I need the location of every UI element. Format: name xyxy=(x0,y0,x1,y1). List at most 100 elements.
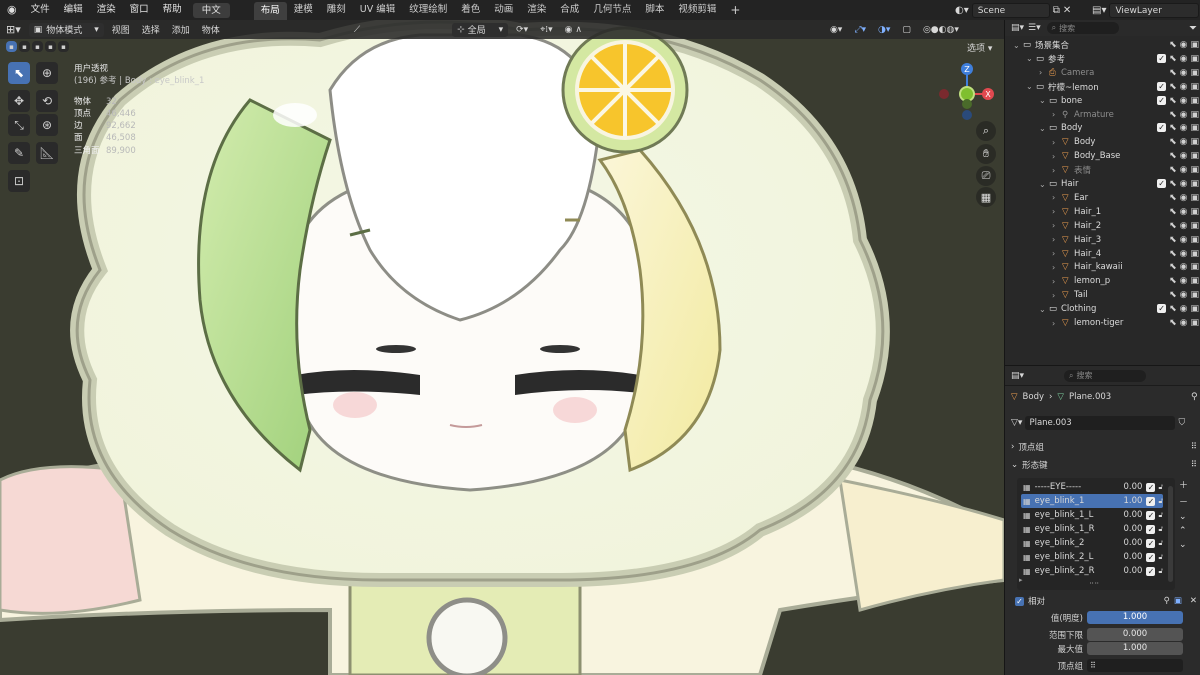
shape-key-item[interactable]: ▦ eye_blink_1 1.00 ✓ 🔓︎ xyxy=(1021,494,1163,508)
mode-selector[interactable]: ▣ 物体模式 ▾ xyxy=(28,22,104,37)
outliner-item[interactable]: › ▽ Body ⬉ ◉ ▣ xyxy=(1005,135,1200,149)
shape-key-mute-checkbox[interactable]: ✓ xyxy=(1146,538,1156,548)
lock-icon[interactable]: 🔓︎ xyxy=(1158,539,1163,548)
expand-down-icon[interactable]: ⌄ xyxy=(1039,124,1046,133)
eye-icon[interactable]: ◉ xyxy=(1180,262,1188,272)
outliner-editor-icon[interactable]: ▤▾ xyxy=(1011,23,1024,33)
menu-render[interactable]: 渲染 xyxy=(90,0,123,20)
gizmo-neg-z-axis[interactable] xyxy=(962,110,972,120)
select-arrow-icon[interactable]: ⬉ xyxy=(1169,290,1177,300)
list-resize-handle-icon[interactable]: ⠒⠒ xyxy=(1089,580,1099,588)
expand-right-icon[interactable]: › xyxy=(1052,249,1055,258)
tab-texture-paint[interactable]: 纹理绘制 xyxy=(402,0,454,20)
menu-add[interactable]: 添加 xyxy=(166,23,196,36)
expand-down-icon[interactable]: ⌄ xyxy=(1039,96,1046,105)
select-arrow-icon[interactable]: ⬉ xyxy=(1169,249,1177,259)
outliner-item[interactable]: ⌄ ▭ 柠檬~lemon ✓ ⬉ ◉ ▣ xyxy=(1005,80,1200,94)
mesh-name-field[interactable]: Plane.003 xyxy=(1025,416,1176,430)
tab-modeling[interactable]: 建模 xyxy=(287,0,320,20)
outliner-item[interactable]: › ▽ lemon-tiger ⬉ ◉ ▣ xyxy=(1005,316,1200,330)
move-down-icon[interactable]: ⌄ xyxy=(1179,540,1188,550)
filter-icon[interactable]: ⏷ xyxy=(1189,23,1197,34)
expand-down-icon[interactable]: ⌄ xyxy=(1013,41,1020,50)
outliner-item[interactable]: › ▽ Hair_1 ⬉ ◉ ▣ xyxy=(1005,205,1200,219)
properties-editor-icon[interactable]: ▤▾ xyxy=(1011,371,1024,381)
expand-right-icon[interactable]: › xyxy=(1052,277,1055,286)
eye-icon[interactable]: ◉ xyxy=(1180,235,1188,245)
eye-icon[interactable]: ◉ xyxy=(1180,179,1188,189)
eye-icon[interactable]: ◉ xyxy=(1180,151,1188,161)
tab-rendering[interactable]: 渲染 xyxy=(520,0,553,20)
display-mode-icon[interactable]: ☰▾ xyxy=(1028,23,1041,33)
select-arrow-icon[interactable]: ⬉ xyxy=(1169,54,1177,64)
camera-render-icon[interactable]: ▣ xyxy=(1190,235,1199,245)
camera-render-icon[interactable]: ▣ xyxy=(1190,207,1199,217)
copy-icon[interactable]: ⧉ xyxy=(1053,5,1060,16)
exclude-checkbox[interactable]: ✓ xyxy=(1157,304,1167,314)
select-arrow-icon[interactable]: ⬉ xyxy=(1169,96,1177,106)
properties-search-input[interactable]: ⌕ 搜索 xyxy=(1064,369,1147,382)
menu-view[interactable]: 视图 xyxy=(106,23,136,36)
remove-icon[interactable]: － xyxy=(1179,495,1188,508)
select-arrow-icon[interactable]: ⬉ xyxy=(1169,165,1177,175)
shape-key-value[interactable]: 1.00 xyxy=(1124,496,1143,506)
eye-icon[interactable]: ◉ xyxy=(1180,96,1188,106)
move-up-icon[interactable]: ⌃ xyxy=(1179,526,1188,536)
cursor-tool-icon[interactable]: ⊕ xyxy=(36,62,58,84)
camera-render-icon[interactable]: ▣ xyxy=(1190,82,1199,92)
value-field[interactable]: 1.000 xyxy=(1087,611,1183,624)
expand-right-icon[interactable]: › xyxy=(1052,138,1055,147)
shape-key-item[interactable]: ▦ eye_blink_1_R 0.00 ✓ 🔓︎ xyxy=(1021,522,1163,536)
select-subtract-icon[interactable]: ▪ xyxy=(32,41,43,52)
outliner-item[interactable]: › ⎙ Camera ⬉ ◉ ▣ xyxy=(1005,66,1200,80)
navigation-gizmo[interactable]: Z X xyxy=(930,60,1000,130)
tab-animation[interactable]: 动画 xyxy=(487,0,520,20)
close-icon[interactable]: ✕ xyxy=(1063,5,1071,16)
list-scrollbar[interactable] xyxy=(1168,486,1173,582)
tab-layout[interactable]: 布局 xyxy=(253,2,287,20)
select-difference-icon[interactable]: ▪ xyxy=(45,41,56,52)
add-workspace-button[interactable]: + xyxy=(723,0,747,20)
select-arrow-icon[interactable]: ⬉ xyxy=(1169,82,1177,92)
select-new-icon[interactable]: ▪ xyxy=(6,41,17,52)
expand-right-icon[interactable]: › xyxy=(1052,221,1055,230)
eye-icon[interactable]: ◉ xyxy=(1180,207,1188,217)
menu-file[interactable]: 文件 xyxy=(24,0,57,20)
camera-render-icon[interactable]: ▣ xyxy=(1190,40,1199,50)
shape-key-mute-checkbox[interactable]: ✓ xyxy=(1146,524,1156,534)
tab-compositing[interactable]: 合成 xyxy=(553,0,586,20)
lock-icon[interactable]: 🔓︎ xyxy=(1158,497,1163,506)
pivot-icon[interactable]: ⟳▾ xyxy=(510,25,534,35)
expand-right-icon[interactable]: › xyxy=(1039,68,1042,77)
select-arrow-icon[interactable]: ⬉ xyxy=(1169,123,1177,133)
lock-icon[interactable]: 🔓︎ xyxy=(1158,511,1163,520)
shading-modes-icon[interactable]: ◎●◐◍▾ xyxy=(917,25,965,35)
lock-icon[interactable]: 🔓︎ xyxy=(1158,483,1163,492)
eye-icon[interactable]: ◉ xyxy=(1180,290,1188,300)
camera-render-icon[interactable]: ▣ xyxy=(1190,221,1199,231)
camera-render-icon[interactable]: ▣ xyxy=(1190,179,1199,189)
expand-right-icon[interactable]: › xyxy=(1052,110,1055,119)
select-arrow-icon[interactable]: ⬉ xyxy=(1169,207,1177,217)
rotate-tool-icon[interactable]: ⟲ xyxy=(36,90,58,112)
shape-key-mute-checkbox[interactable]: ✓ xyxy=(1146,510,1156,520)
drag-handle-icon[interactable]: ⠿ xyxy=(1191,442,1197,452)
expand-right-icon[interactable]: › xyxy=(1052,152,1055,161)
select-arrow-icon[interactable]: ⬉ xyxy=(1169,193,1177,203)
select-arrow-icon[interactable]: ⬉ xyxy=(1169,137,1177,147)
transform-tool-icon[interactable]: ⊛ xyxy=(36,114,58,136)
eye-icon[interactable]: ◉ xyxy=(1180,304,1188,314)
select-box-tool-icon[interactable]: ⬉ xyxy=(8,62,30,84)
range-min-field[interactable]: 0.000 xyxy=(1087,628,1183,641)
transform-orientation-selector[interactable]: ⊹ 全局 ▾ xyxy=(452,22,509,37)
eye-icon[interactable]: ◉ xyxy=(1180,249,1188,259)
eye-icon[interactable]: ◉ xyxy=(1180,137,1188,147)
exclude-checkbox[interactable]: ✓ xyxy=(1157,95,1167,105)
mesh-data-icon[interactable]: ▽▾ xyxy=(1011,418,1022,428)
select-arrow-icon[interactable]: ⬉ xyxy=(1169,110,1177,120)
outliner-item[interactable]: › ▽ lemon_p ⬉ ◉ ▣ xyxy=(1005,274,1200,288)
outliner-item[interactable]: ⌄ ▭ Clothing ✓ ⬉ ◉ ▣ xyxy=(1005,302,1200,316)
shape-key-item[interactable]: ▦ eye_blink_2_R 0.00 ✓ 🔓︎ xyxy=(1021,564,1163,578)
select-arrow-icon[interactable]: ⬉ xyxy=(1169,151,1177,161)
shape-key-value[interactable]: 0.00 xyxy=(1124,566,1143,576)
